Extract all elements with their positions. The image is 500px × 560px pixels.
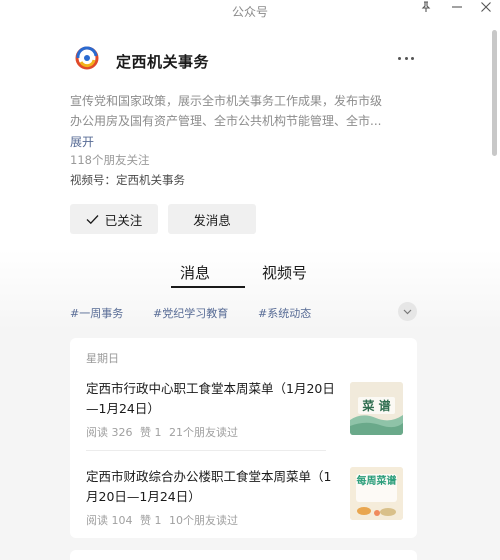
window-titlebar: 公众号 [0, 0, 500, 22]
tab-video-channel[interactable]: 视频号 [262, 262, 307, 283]
article-likes: 赞 1 [140, 514, 162, 527]
next-article-card [70, 550, 417, 560]
svg-text:菜 谱: 菜 谱 [361, 398, 390, 413]
article-meta: 阅读 326 赞 1 21个朋友读过 [86, 424, 242, 440]
article-friends-read: 10个朋友读过 [169, 514, 238, 527]
tag-party-discipline[interactable]: #党纪学习教育 [153, 305, 228, 321]
article-thumbnail: 菜 谱 [350, 382, 403, 435]
expand-description-link[interactable]: 展开 [70, 133, 94, 150]
article-title: 定西市行政中心职工食堂本周菜单（1月20日—1月24日） [86, 381, 335, 416]
video-channel-link[interactable]: 视频号：定西机关事务 [70, 172, 185, 188]
article-divider [86, 450, 326, 451]
close-icon[interactable] [476, 0, 496, 14]
account-name: 定西机关事务 [116, 53, 210, 71]
pin-icon[interactable] [416, 0, 436, 14]
tag-weekly-affairs[interactable]: #一周事务 [70, 305, 123, 321]
check-icon [86, 214, 99, 224]
chevron-down-icon[interactable] [398, 302, 417, 321]
description-line-1: 宣传党和国家政策，展示全市机关事务工作成果，发布市级 [70, 94, 383, 108]
article-likes: 赞 1 [140, 426, 162, 439]
send-message-label: 发消息 [193, 212, 231, 228]
send-message-button[interactable]: 发消息 [168, 204, 256, 234]
article-card: 星期日 定西市行政中心职工食堂本周菜单（1月20日—1月24日） 阅读 326 … [70, 338, 417, 538]
followed-button[interactable]: 已关注 [70, 204, 158, 234]
followed-label: 已关注 [104, 212, 143, 228]
scrollbar[interactable] [492, 30, 497, 156]
description-line-2: 办公用房及国有资产管理、全市公共机构节能管理、全市... [70, 114, 382, 128]
tab-messages[interactable]: 消息 [180, 262, 210, 283]
more-options-icon[interactable] [395, 50, 417, 66]
article-meta: 阅读 104 赞 1 10个朋友读过 [86, 512, 242, 528]
article-thumbnail: 每周菜谱 [350, 467, 403, 520]
tag-system-news[interactable]: #系统动态 [258, 305, 311, 321]
feed-day-label: 星期日 [86, 352, 119, 365]
account-logo [69, 43, 105, 79]
article-friends-read: 21个朋友读过 [169, 426, 238, 439]
article-reads: 阅读 326 [86, 426, 133, 439]
article-title: 定西市财政综合办公楼职工食堂本周菜单（1月20日—1月24日） [86, 469, 332, 504]
minimize-icon[interactable] [447, 0, 467, 14]
active-tab-indicator [171, 286, 245, 288]
article-reads: 阅读 104 [86, 514, 133, 527]
followers-count: 118个朋友关注 [70, 153, 150, 167]
account-description: 宣传党和国家政策，展示全市机关事务工作成果，发布市级 办公用房及国有资产管理、全… [70, 91, 418, 131]
